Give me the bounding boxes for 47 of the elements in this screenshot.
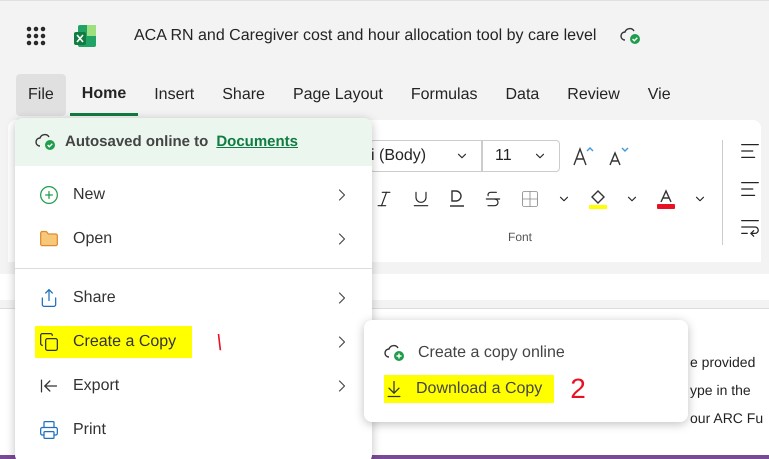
ribbon-tab[interactable]: Review	[555, 74, 632, 116]
menu-item[interactable]: Print	[15, 408, 372, 452]
font-color-icon[interactable]	[656, 188, 676, 210]
submenu-item-label: Create a copy online	[418, 343, 565, 363]
ribbon-tab[interactable]: Share	[210, 74, 277, 116]
plus-circle-icon	[39, 185, 59, 205]
menu-item[interactable]: Share	[15, 276, 372, 320]
cell-text: e provided	[690, 353, 756, 372]
shrink-font-icon[interactable]	[608, 145, 630, 167]
strikethrough-icon[interactable]	[483, 189, 503, 209]
ribbon-tab[interactable]: Page Layout	[280, 74, 395, 116]
grow-font-icon[interactable]	[572, 145, 596, 167]
ribbon-tab[interactable]: Vie	[636, 74, 683, 116]
menu-item-label: Print	[73, 420, 106, 440]
font-size-field[interactable]: 11	[482, 140, 560, 172]
cloud-saved-icon	[620, 26, 642, 44]
folder-icon	[39, 229, 59, 249]
handwritten-annotation: \	[216, 328, 222, 356]
menu-item[interactable]: Open	[15, 217, 372, 261]
group-label: Font	[508, 229, 534, 246]
share-icon	[39, 288, 59, 308]
menu-item-label: Create a Copy	[73, 332, 176, 352]
ribbon-tab[interactable]: File	[16, 74, 66, 116]
menu-item-label: New	[73, 185, 106, 205]
menu-item[interactable]: New	[15, 173, 372, 217]
document-title: ACA RN and Caregiver cost and hour allocation tool by care level	[134, 26, 596, 46]
handwritten-annotation: 2	[570, 375, 586, 403]
fill-color-icon[interactable]	[588, 188, 608, 210]
cloud-saved-icon	[35, 133, 57, 151]
printer-icon	[39, 420, 59, 440]
documents-link[interactable]: Documents	[216, 130, 298, 154]
autosave-text: Autosaved online to	[65, 132, 208, 152]
spreadsheet-logo-icon	[72, 22, 98, 48]
cell-text: ype in the	[690, 381, 752, 400]
menu-item-label: Share	[73, 288, 116, 308]
ribbon-tab[interactable]: Formulas	[398, 74, 490, 116]
underline-icon[interactable]	[411, 189, 431, 209]
menu-item-label: Export	[73, 376, 120, 396]
copy-icon	[39, 332, 59, 352]
cell-text: our ARC Fu	[690, 409, 764, 428]
ribbon-tab[interactable]: Insert	[142, 74, 206, 116]
menu-item-label: Open	[73, 229, 112, 249]
submenu-item-label: Download a Copy	[416, 379, 542, 399]
borders-icon[interactable]	[520, 189, 540, 209]
cloud-plus-icon	[384, 344, 406, 362]
ribbon-tab[interactable]: Data	[494, 74, 552, 116]
submenu-item[interactable]: Create a copy online	[384, 339, 688, 367]
